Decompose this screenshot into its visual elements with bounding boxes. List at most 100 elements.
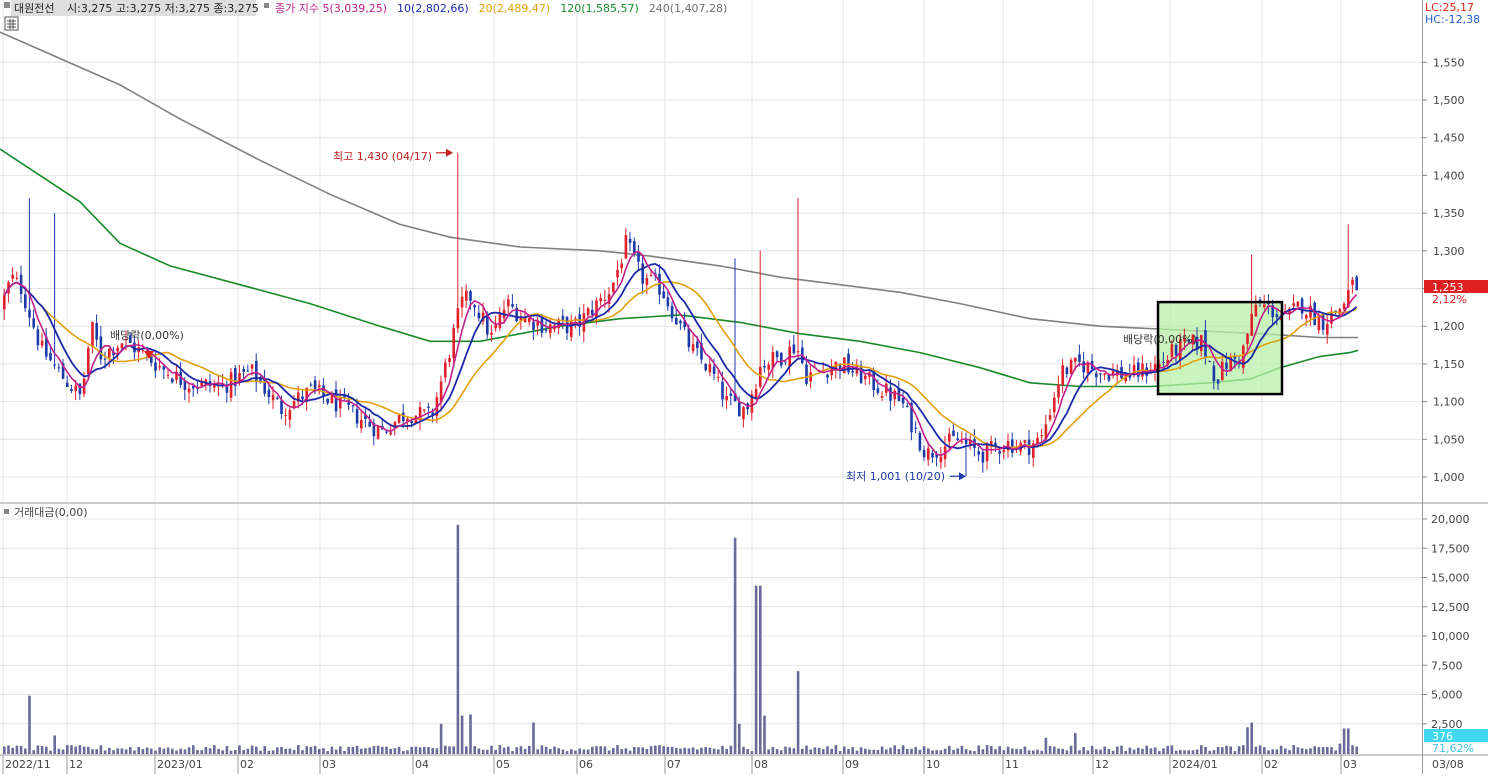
candle-body xyxy=(490,332,493,335)
volume-bar xyxy=(19,746,23,754)
candle-body xyxy=(1036,437,1039,444)
volume-bar xyxy=(763,715,766,754)
volume-bar xyxy=(1246,727,1249,754)
volume-bar xyxy=(103,750,107,754)
x-tick-label: 2023/01 xyxy=(157,758,203,771)
x-tick-label: 05 xyxy=(496,758,510,771)
candle-body xyxy=(376,426,380,439)
chart-svg[interactable]: 1,0001,0501,1001,1501,2001,2501,3001,350… xyxy=(0,0,1488,774)
volume-bar xyxy=(943,748,947,754)
volume-bar xyxy=(649,746,653,754)
volume-bar xyxy=(1078,750,1081,754)
volume-bar xyxy=(313,745,317,754)
volume-bar xyxy=(696,749,699,754)
stock-name: 대원전선 xyxy=(14,2,54,15)
volume-bar xyxy=(511,750,514,754)
volume-bar xyxy=(393,748,397,754)
volume-bar xyxy=(872,749,875,754)
volume-bar xyxy=(1338,743,1342,754)
volume-bar xyxy=(385,746,388,754)
volume-bar xyxy=(435,748,439,754)
candle-body xyxy=(3,295,6,310)
indicator-button[interactable] xyxy=(4,16,19,31)
volume-bar xyxy=(74,746,77,754)
volume-bar xyxy=(389,748,392,754)
volume-bar xyxy=(834,745,838,754)
candle-body xyxy=(120,343,124,349)
volume-bar xyxy=(1334,750,1337,754)
candle-body xyxy=(1200,335,1203,352)
volume-bar xyxy=(183,749,187,754)
candle-body xyxy=(691,344,695,352)
volume-bar xyxy=(171,748,174,754)
candle-body xyxy=(276,397,279,399)
volume-bar xyxy=(1242,745,1245,754)
candle-body xyxy=(1057,384,1060,398)
volume-bar xyxy=(1006,746,1010,754)
candle-body xyxy=(397,414,401,423)
volume-bar xyxy=(796,671,800,754)
stock-chart[interactable]: 1,0001,0501,1001,1501,2001,2501,3001,350… xyxy=(0,0,1488,774)
volume-bar xyxy=(700,747,703,754)
candle-body xyxy=(49,353,52,361)
ma-legend-marker xyxy=(264,3,269,8)
candle-body xyxy=(309,384,313,386)
volume-bar xyxy=(544,746,548,754)
volume-bar xyxy=(1174,750,1178,754)
volume-bar xyxy=(355,745,359,754)
candle-body xyxy=(742,407,745,420)
volume-bar xyxy=(855,750,859,754)
volume-bar xyxy=(502,747,506,754)
x-tick-label: 10 xyxy=(926,758,940,771)
volume-bar xyxy=(213,745,216,754)
volume-bar xyxy=(221,750,224,754)
candle-body xyxy=(448,358,451,362)
volume-tick-label: 12,500 xyxy=(1431,601,1470,614)
volume-bar xyxy=(326,751,329,754)
volume-bar xyxy=(654,745,657,754)
volume-bar xyxy=(1069,745,1073,754)
volume-bar xyxy=(460,715,464,754)
volume-bar xyxy=(801,748,804,754)
volume-bar xyxy=(1225,745,1228,754)
volume-bar xyxy=(53,735,56,754)
volume-bar xyxy=(1267,750,1270,754)
candle-body xyxy=(939,456,943,463)
candle-body xyxy=(141,350,145,352)
volume-legend-marker xyxy=(4,509,9,514)
volume-bar xyxy=(1275,749,1279,754)
candle-body xyxy=(889,387,892,401)
volume-bar xyxy=(1111,750,1115,754)
volume-bar xyxy=(204,747,208,754)
candle-body xyxy=(70,389,73,391)
volume-bar xyxy=(859,747,863,754)
candle-body xyxy=(1351,279,1354,285)
volume-bar xyxy=(271,750,275,754)
volume-bar xyxy=(767,749,770,754)
volume-bar xyxy=(985,745,989,754)
volume-tick-label: 5,000 xyxy=(1431,689,1463,702)
volume-bar xyxy=(364,748,367,754)
candle-body xyxy=(628,238,632,243)
candle-body xyxy=(952,430,955,436)
candle-body xyxy=(1099,373,1102,375)
volume-bar xyxy=(960,745,964,754)
volume-bar xyxy=(813,747,817,754)
candle-body xyxy=(116,347,119,352)
volume-bar xyxy=(582,749,586,754)
volume-bar xyxy=(620,749,623,754)
x-tick-label: 2024/01 xyxy=(1172,758,1218,771)
candle-body xyxy=(1053,397,1056,413)
volume-bar xyxy=(914,747,917,754)
volume-bar xyxy=(1347,728,1350,754)
candle-body xyxy=(473,305,476,308)
volume-bar xyxy=(456,524,460,754)
volume-bar xyxy=(494,749,497,754)
candle-body xyxy=(108,348,111,358)
volume-bar xyxy=(343,750,346,754)
candle-body xyxy=(687,328,691,348)
candle-body xyxy=(696,341,699,349)
volume-bar xyxy=(116,748,119,754)
x-tick-label: 07 xyxy=(667,758,681,771)
candle-body xyxy=(544,329,548,331)
